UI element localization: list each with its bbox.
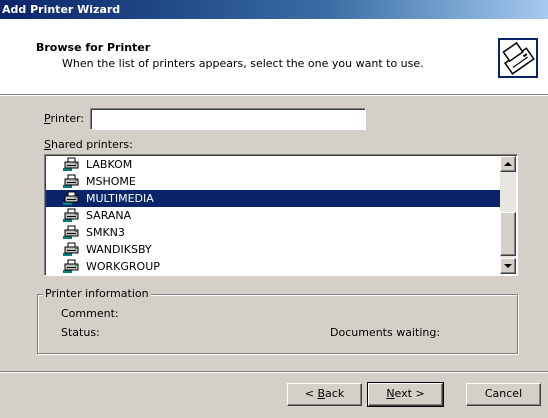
network-printer-icon bbox=[63, 208, 79, 222]
printer-list-item[interactable]: SARANA bbox=[46, 207, 500, 224]
printer-list-item-label: MULTIMEDIA bbox=[86, 192, 154, 205]
next-button[interactable]: Next > bbox=[367, 382, 444, 407]
page-title: Browse for Printer bbox=[36, 41, 151, 54]
status-label: Status: bbox=[61, 326, 100, 339]
page-subtitle: When the list of printers appears, selec… bbox=[62, 57, 424, 70]
printer-label: Printer: bbox=[44, 112, 85, 125]
network-printer-icon bbox=[63, 174, 79, 188]
printer-list-item[interactable]: SMKN3 bbox=[46, 224, 500, 241]
printer-list-item-label: SMKN3 bbox=[86, 226, 125, 239]
documents-waiting-label: Documents waiting: bbox=[330, 326, 441, 339]
network-printer-icon bbox=[63, 157, 79, 171]
network-printer-icon bbox=[63, 242, 79, 256]
printer-list-item[interactable]: WORKGROUP bbox=[46, 258, 500, 275]
comment-label: Comment: bbox=[61, 307, 119, 320]
printer-list-item[interactable]: WANDIKSBY bbox=[46, 241, 500, 258]
printer-wizard-icon bbox=[495, 35, 541, 81]
cancel-button[interactable]: Cancel bbox=[466, 383, 541, 406]
scroll-down-button[interactable] bbox=[500, 258, 516, 274]
printer-list-item-label: WORKGROUP bbox=[86, 260, 160, 273]
printer-information-group bbox=[37, 294, 518, 354]
window-title-bar[interactable]: Add Printer Wizard bbox=[0, 0, 548, 19]
header-divider bbox=[0, 95, 548, 96]
printer-list-item-label: SARANA bbox=[86, 209, 132, 222]
printer-information-legend: Printer information bbox=[43, 287, 151, 300]
window-title: Add Printer Wizard bbox=[2, 3, 121, 16]
back-button[interactable]: < Back bbox=[287, 383, 362, 406]
printer-list-item-label: WANDIKSBY bbox=[86, 243, 152, 256]
wizard-header: Browse for Printer When the list of prin… bbox=[0, 19, 548, 95]
network-printer-icon bbox=[63, 191, 79, 205]
network-printer-icon bbox=[63, 225, 79, 239]
printer-list-item-label: LABKOM bbox=[86, 158, 133, 171]
shared-printers-list[interactable]: LABKOM MSHOME MULTIMEDIA SARANA SMKN3 WANDIKS… bbox=[44, 154, 518, 276]
shared-printers-label: Shared printers: bbox=[44, 138, 133, 151]
arrow-down-icon bbox=[504, 264, 512, 268]
scroll-thumb[interactable] bbox=[500, 212, 516, 256]
arrow-up-icon bbox=[504, 162, 512, 166]
printer-list-item[interactable]: LABKOM bbox=[46, 156, 500, 173]
scroll-up-button[interactable] bbox=[500, 156, 516, 172]
printer-input[interactable] bbox=[90, 108, 366, 130]
printer-list-item-label: MSHOME bbox=[86, 175, 136, 188]
printer-list-item[interactable]: MULTIMEDIA bbox=[46, 190, 500, 207]
list-scrollbar[interactable] bbox=[500, 156, 516, 274]
network-printer-icon bbox=[63, 259, 79, 273]
printer-list-item[interactable]: MSHOME bbox=[46, 173, 500, 190]
